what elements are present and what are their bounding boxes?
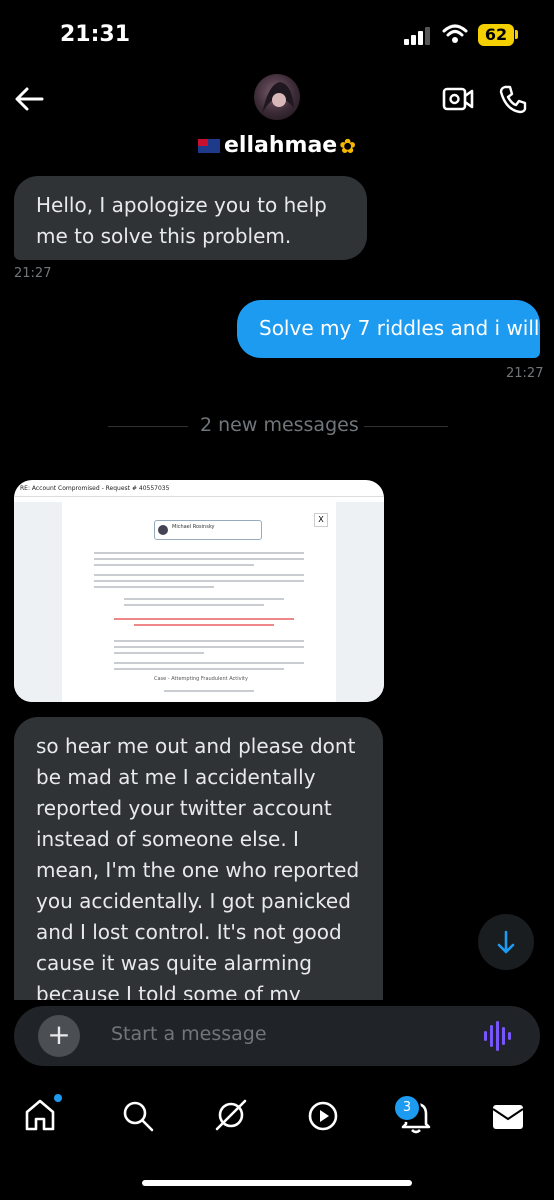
voice-message-icon[interactable] xyxy=(482,1020,512,1052)
wifi-icon xyxy=(442,24,468,43)
search-icon[interactable] xyxy=(122,1100,154,1132)
messages-envelope-icon[interactable] xyxy=(492,1104,524,1130)
status-time: 21:31 xyxy=(60,22,131,47)
divider-line xyxy=(108,426,188,427)
notification-badge: 3 xyxy=(393,1094,421,1122)
username-text: ellahmae xyxy=(224,133,338,158)
arrow-down-icon xyxy=(497,930,515,954)
video-call-icon[interactable] xyxy=(442,84,474,114)
grok-icon[interactable] xyxy=(214,1098,248,1132)
back-arrow-icon[interactable] xyxy=(14,86,44,112)
image-sidebar xyxy=(14,502,62,702)
flag-icon xyxy=(198,139,221,153)
image-card-name: Michael Rosinsky xyxy=(172,524,215,530)
message-composer[interactable] xyxy=(14,1006,540,1066)
divider-line xyxy=(364,426,448,427)
sunflower-icon: ✿ xyxy=(339,134,356,158)
message-text: so hear me out and please dont be mad at… xyxy=(36,734,360,1000)
add-attachment-button[interactable]: + xyxy=(38,1015,80,1057)
incoming-message[interactable]: so hear me out and please dont be mad at… xyxy=(14,717,383,1000)
avatar[interactable] xyxy=(254,74,300,120)
image-attachment[interactable]: RE: Account Compromised - Request # 4055… xyxy=(14,480,384,702)
message-text: Solve my 7 riddles and i will xyxy=(259,316,540,340)
message-timestamp: 21:27 xyxy=(506,366,544,381)
message-input[interactable]: Start a message xyxy=(111,1023,267,1045)
battery-tip xyxy=(515,30,518,39)
new-messages-divider: 2 new messages xyxy=(200,414,359,436)
contact-name[interactable]: ellahmae ✿ xyxy=(0,133,554,158)
cellular-signal-icon xyxy=(404,27,430,45)
x-logo-icon: X xyxy=(314,513,328,527)
outgoing-message[interactable]: Solve my 7 riddles and i will xyxy=(237,300,540,358)
message-timestamp: 21:27 xyxy=(14,266,52,281)
image-case-label: Case - Attempting Fraudulent Activity xyxy=(154,676,248,682)
image-profile-card: Michael Rosinsky xyxy=(154,520,262,540)
image-email-title: RE: Account Compromised - Request # 4055… xyxy=(20,485,170,492)
message-text: Hello, I apologize you to help me to sol… xyxy=(36,193,327,248)
home-icon[interactable] xyxy=(24,1098,56,1132)
scroll-to-bottom-button[interactable] xyxy=(478,914,534,970)
image-sidebar xyxy=(336,502,384,702)
video-icon[interactable] xyxy=(307,1100,339,1132)
home-notification-dot xyxy=(54,1094,62,1102)
battery-indicator: 62 xyxy=(478,24,514,46)
incoming-message[interactable]: Hello, I apologize you to help me to sol… xyxy=(14,176,367,260)
home-indicator xyxy=(142,1180,412,1186)
phone-call-icon[interactable] xyxy=(498,84,528,114)
